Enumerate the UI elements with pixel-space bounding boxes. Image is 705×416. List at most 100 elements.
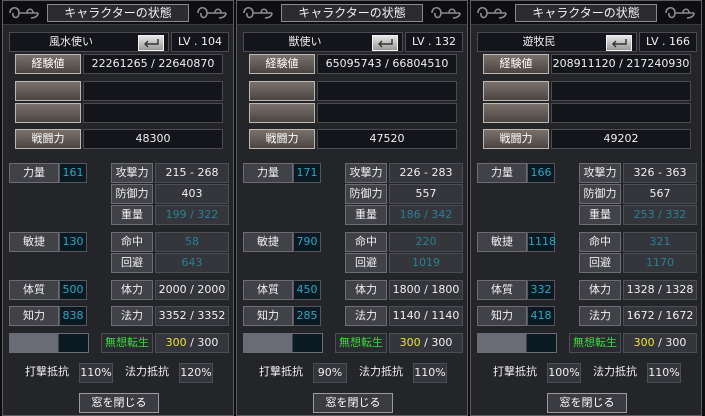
mp-value: 3352 / 3352: [155, 306, 229, 326]
hp-value: 1328 / 1328: [623, 280, 697, 300]
constitution-button[interactable]: 体質: [9, 280, 59, 300]
intelligence-value: 418: [527, 306, 555, 326]
strength-value: 161: [59, 163, 87, 183]
combat-power-label: 戦闘力: [483, 129, 549, 149]
weight-label: 重量: [111, 205, 153, 225]
intelligence-button[interactable]: 知力: [477, 306, 527, 326]
ornament-icon: [243, 6, 273, 19]
back-button[interactable]: [138, 35, 164, 51]
reincarnation-toggle[interactable]: [243, 333, 323, 353]
reincarnation-max: / 300: [658, 336, 687, 349]
exp-label: 経験値: [483, 54, 549, 74]
return-arrow-icon: [378, 39, 393, 48]
strength-value: 171: [293, 163, 321, 183]
intelligence-button[interactable]: 知力: [9, 306, 59, 326]
reincarnation-value: 300 / 300: [623, 333, 697, 353]
magic-resist-label: 法力抵抗: [359, 365, 403, 378]
evasion-value: 1019: [389, 253, 463, 273]
weight-value: 186 / 342: [389, 205, 463, 225]
empty-slot-value: [83, 103, 223, 123]
defense-label: 防御力: [111, 184, 153, 204]
character-name: 遊牧民: [522, 35, 556, 48]
empty-slot-value: [83, 81, 223, 101]
physical-resist-label: 打撃抵抗: [493, 365, 537, 378]
empty-slot-button[interactable]: [15, 103, 81, 123]
physical-resist-label: 打撃抵抗: [25, 365, 69, 378]
combat-power-label: 戦闘力: [249, 129, 315, 149]
window-title: キャラクターの状態: [47, 4, 189, 22]
close-window-button[interactable]: 窓を閉じる: [547, 393, 627, 413]
agility-button[interactable]: 敏捷: [9, 232, 59, 252]
exp-value: 208911120 / 217240930: [551, 54, 691, 74]
back-button[interactable]: [606, 35, 632, 51]
reincarnation-current: 300: [399, 336, 421, 349]
empty-slot-button[interactable]: [249, 103, 315, 123]
reincarnation-value: 300 / 300: [155, 333, 229, 353]
empty-slot-button[interactable]: [15, 81, 81, 101]
evasion-value: 643: [155, 253, 229, 273]
reincarnation-toggle[interactable]: [9, 333, 89, 353]
close-window-button[interactable]: 窓を閉じる: [313, 393, 393, 413]
intelligence-button[interactable]: 知力: [243, 306, 293, 326]
defense-label: 防御力: [345, 184, 387, 204]
reincarnation-current: 300: [633, 336, 655, 349]
agility-button[interactable]: 敏捷: [477, 232, 527, 252]
exp-label: 経験値: [249, 54, 315, 74]
defense-value: 567: [623, 184, 697, 204]
window-title: キャラクターの状態: [281, 4, 423, 22]
empty-slot-button[interactable]: [483, 103, 549, 123]
close-window-button[interactable]: 窓を閉じる: [79, 393, 159, 413]
attack-label: 攻撃力: [579, 163, 621, 183]
physical-resist-value: 90%: [313, 363, 347, 383]
weight-value: 199 / 322: [155, 205, 229, 225]
weight-label: 重量: [579, 205, 621, 225]
window-title: キャラクターの状態: [515, 4, 657, 22]
title-bar: キャラクターの状態: [3, 1, 233, 25]
defense-label: 防御力: [579, 184, 621, 204]
physical-resist-label: 打撃抵抗: [259, 365, 303, 378]
back-button[interactable]: [372, 35, 398, 51]
reincarnation-value: 300 / 300: [389, 333, 463, 353]
strength-button[interactable]: 力量: [243, 163, 293, 183]
hit-label: 命中: [345, 232, 387, 252]
weight-label: 重量: [345, 205, 387, 225]
ornament-icon: [9, 6, 39, 19]
empty-slot-button[interactable]: [483, 81, 549, 101]
magic-resist-label: 法力抵抗: [125, 365, 169, 378]
strength-value: 166: [527, 163, 555, 183]
magic-resist-label: 法力抵抗: [593, 365, 637, 378]
hp-value: 1800 / 1800: [389, 280, 463, 300]
constitution-value: 500: [59, 280, 87, 300]
strength-button[interactable]: 力量: [477, 163, 527, 183]
combat-power-value: 47520: [317, 129, 457, 149]
combat-power-value: 49202: [551, 129, 691, 149]
agility-button[interactable]: 敏捷: [243, 232, 293, 252]
ornament-icon: [477, 6, 507, 19]
empty-slot-value: [317, 81, 457, 101]
reincarnation-label: 無想転生: [569, 333, 621, 353]
hp-label: 体力: [111, 280, 153, 300]
combat-power-value: 48300: [83, 129, 223, 149]
mp-value: 1672 / 1672: [623, 306, 697, 326]
strength-button[interactable]: 力量: [9, 163, 59, 183]
mp-label: 法力: [111, 306, 153, 326]
hit-label: 命中: [579, 232, 621, 252]
ornament-icon: [197, 6, 227, 19]
mp-label: 法力: [345, 306, 387, 326]
character-name: 獣使い: [288, 35, 322, 48]
constitution-button[interactable]: 体質: [243, 280, 293, 300]
title-bar: キャラクターの状態: [237, 1, 467, 25]
hit-value: 58: [155, 232, 229, 252]
reincarnation-toggle[interactable]: [477, 333, 557, 353]
exp-value: 65095743 / 66804510: [317, 54, 457, 74]
defense-value: 557: [389, 184, 463, 204]
character-status-window: キャラクターの状態 風水使い LV . 104 経験値 22261265 / 2…: [2, 0, 234, 416]
reincarnation-label: 無想転生: [335, 333, 387, 353]
constitution-button[interactable]: 体質: [477, 280, 527, 300]
level-display: LV . 132: [405, 32, 463, 52]
weight-value: 253 / 332: [623, 205, 697, 225]
attack-value: 326 - 363: [623, 163, 697, 183]
title-bar: キャラクターの状態: [471, 1, 701, 25]
empty-slot-button[interactable]: [249, 81, 315, 101]
evasion-label: 回避: [579, 253, 621, 273]
